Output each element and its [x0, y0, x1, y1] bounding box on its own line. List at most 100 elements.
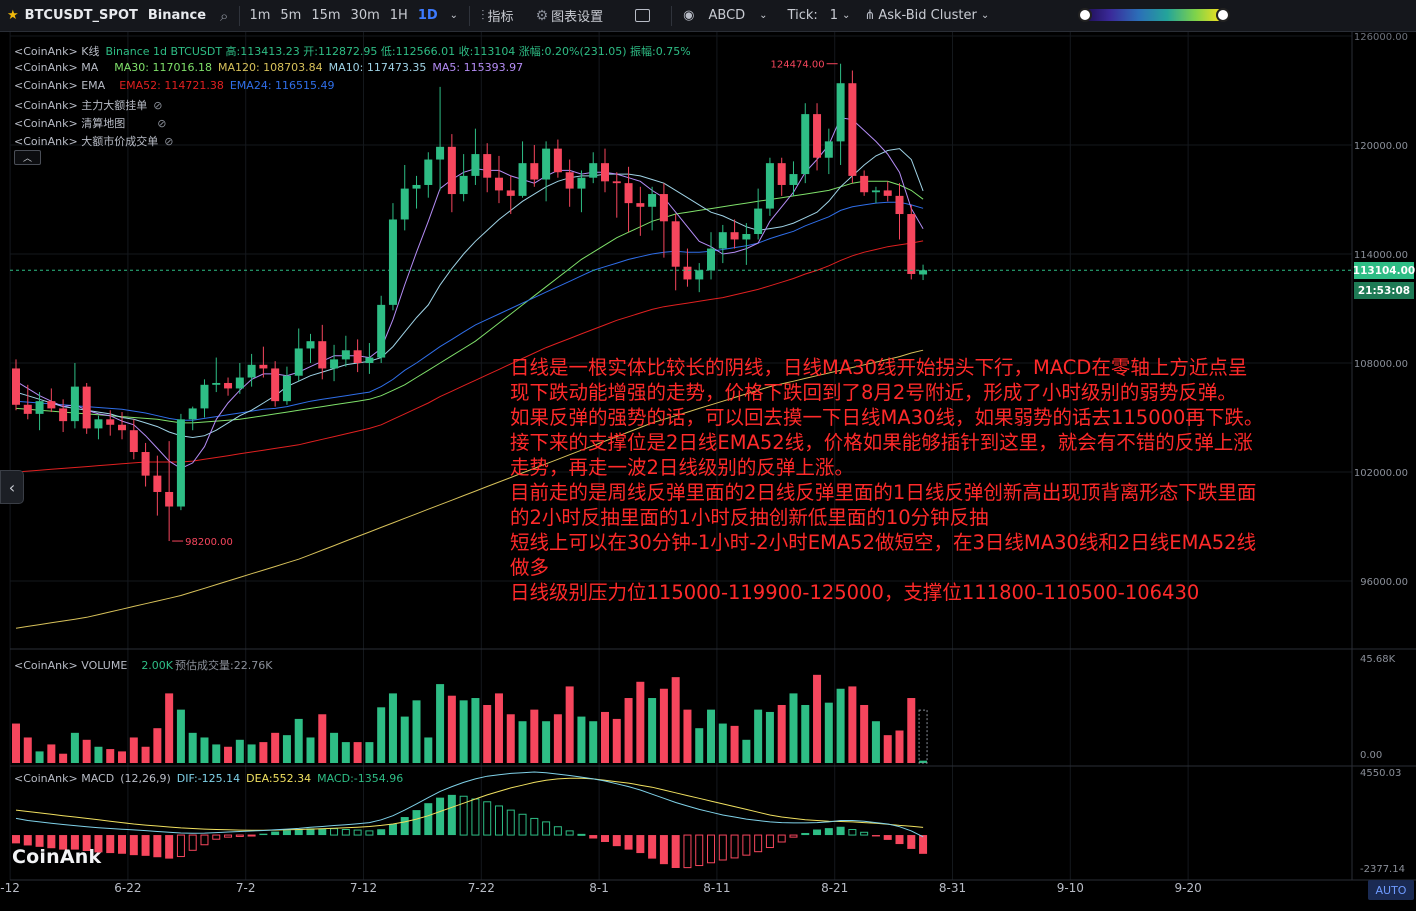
- candle: [801, 103, 810, 184]
- candle-body: [730, 232, 739, 240]
- favorite-star-icon[interactable]: ★: [7, 8, 19, 23]
- candle: [765, 157, 774, 216]
- candle: [141, 442, 150, 487]
- candle-body: [271, 368, 280, 402]
- volume-bar: [176, 709, 185, 763]
- abcd-dropdown[interactable]: ⌄: [752, 0, 774, 32]
- large-trades-legend-label: <CoinAnk> 大额市价成交单: [14, 135, 159, 148]
- cluster-icon: ⋔: [864, 8, 876, 23]
- annotation-line: 接下来的支撑位是2日线EMA52线，价格如果能够插针到这里，就会有不错的反弹上涨: [510, 431, 1253, 454]
- eye-off-icon[interactable]: ⊘: [164, 135, 173, 148]
- volume-bar: [294, 718, 303, 763]
- candle: [106, 410, 115, 436]
- macd-bar: [483, 801, 492, 836]
- candle: [176, 413, 185, 511]
- cluster-label: Ask-Bid Cluster: [878, 8, 977, 23]
- auto-scale-button[interactable]: AUTO: [1368, 880, 1414, 900]
- candle-body: [553, 148, 562, 173]
- candle: [907, 204, 916, 280]
- candle-body: [106, 419, 115, 425]
- chart-settings-button[interactable]: ⚙ 图表设置: [529, 0, 611, 32]
- timeframe-15m[interactable]: 15m: [306, 0, 345, 32]
- chevron-left-icon: ‹: [8, 477, 16, 497]
- tick-selector[interactable]: Tick: 1 ⌄: [781, 0, 858, 32]
- candle-body: [765, 163, 774, 209]
- fullscreen-button[interactable]: [628, 0, 657, 32]
- timeframe-1h[interactable]: 1H: [385, 0, 413, 32]
- volume-bar: [836, 688, 845, 763]
- gradient-slider-right-handle[interactable]: [1216, 8, 1230, 22]
- candle-body: [471, 154, 480, 176]
- ma120-value: MA120: 108703.84: [217, 61, 323, 74]
- candle: [518, 141, 527, 198]
- ma30-value: MA30: 117016.18: [114, 61, 212, 74]
- indicators-button[interactable]: ⫶ 指标: [474, 0, 521, 32]
- volume-bar: [471, 698, 480, 763]
- volume-bar: [12, 723, 20, 763]
- macd-bar: [907, 835, 916, 849]
- volume-bar: [542, 721, 551, 763]
- macd-bar: [436, 797, 445, 836]
- kline-legend: <CoinAnk> K线 Binance 1d BTCUSDT 高:113413.…: [14, 43, 697, 59]
- eye-toggle-button[interactable]: ◉: [676, 0, 701, 32]
- time-axis-tick: 7-12: [350, 881, 377, 895]
- candle-body: [318, 341, 327, 369]
- collapse-sidebar-button[interactable]: ‹: [0, 470, 24, 504]
- candle-body: [212, 382, 221, 385]
- ma-legend-prefix: <CoinAnk> MA: [14, 61, 99, 74]
- candle-body: [542, 148, 551, 180]
- candle: [188, 406, 197, 431]
- volume-bar: [259, 742, 268, 763]
- macd-bar: [624, 835, 633, 850]
- gradient-slider-left-handle[interactable]: [1078, 8, 1092, 22]
- eye-icon: ◉: [683, 8, 695, 23]
- macd-bar: [188, 834, 197, 851]
- macd-bar: [813, 829, 822, 836]
- volume-bar: [94, 746, 103, 763]
- price-axis-tick: 102000.00: [1354, 468, 1408, 479]
- candle: [271, 361, 280, 407]
- macd-bar: [235, 834, 244, 837]
- volume-bar: [306, 737, 315, 763]
- candle-body: [494, 177, 503, 191]
- candle-body: [589, 163, 598, 178]
- timeframe-dropdown[interactable]: ⌄: [443, 0, 465, 32]
- timeframe-1d[interactable]: 1D: [413, 0, 443, 32]
- candle: [565, 159, 574, 207]
- candle: [341, 335, 350, 367]
- macd-bar: [365, 830, 374, 836]
- volume-bars: [12, 674, 928, 764]
- candle-body: [23, 404, 32, 414]
- candle: [824, 128, 833, 175]
- annotation-line: 走势，再走一波2日线级别的反弹上涨。: [510, 456, 854, 479]
- collapse-legend-button[interactable]: ︿: [14, 150, 41, 165]
- eye-off-icon[interactable]: ⊘: [157, 117, 166, 130]
- candle: [695, 263, 704, 293]
- macd-bar: [683, 834, 692, 869]
- cluster-selector[interactable]: ⋔ Ask-Bid Cluster ⌄: [857, 0, 996, 32]
- timeframe-5m[interactable]: 5m: [275, 0, 306, 32]
- volume-bar: [70, 732, 79, 763]
- color-gradient-slider[interactable]: [1078, 8, 1230, 22]
- eye-off-icon[interactable]: ⊘: [153, 99, 162, 112]
- volume-bar: [553, 714, 562, 763]
- macd-bar: [718, 834, 727, 861]
- volume-bar: [341, 742, 350, 763]
- volume-bar: [483, 704, 492, 763]
- timeframe-30m[interactable]: 30m: [346, 0, 385, 32]
- ma10-value: MA10: 117473.35: [328, 61, 427, 74]
- volume-bar: [813, 674, 822, 763]
- chevron-down-icon: ⌄: [842, 10, 851, 21]
- candle: [919, 264, 928, 281]
- candle: [871, 186, 880, 204]
- volume-bar: [247, 744, 256, 763]
- macd-bar: [224, 834, 233, 838]
- abcd-button[interactable]: ABCD: [701, 0, 752, 32]
- timeframe-1m[interactable]: 1m: [244, 0, 275, 32]
- candle: [671, 214, 680, 291]
- volume-bar: [718, 723, 727, 763]
- large-trades-legend: <CoinAnk> 大额市价成交单 ⊘: [14, 133, 179, 149]
- search-button[interactable]: ⌕: [213, 0, 235, 32]
- candle: [883, 181, 892, 202]
- symbol-selector[interactable]: ★ BTCUSDT_SPOT Binance: [0, 0, 213, 32]
